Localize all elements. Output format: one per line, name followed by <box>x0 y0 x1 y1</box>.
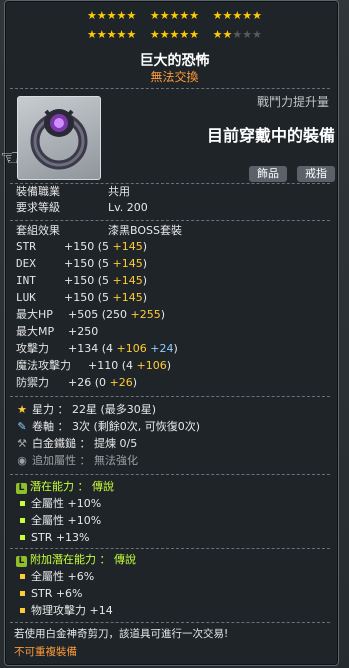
stat-row: LUK +150 (5 +145) <box>16 291 148 304</box>
job-row: 裝備職業 共用 <box>16 185 130 198</box>
flame-icon: ◉ <box>17 454 27 467</box>
divider <box>10 622 330 623</box>
bonus-potential-line: 全屬性 +6% <box>16 570 94 584</box>
extra-option-info: ◉ 追加屬性 ： 無法強化 <box>17 454 138 467</box>
subcategory-tag: 戒指 <box>297 166 335 182</box>
divider <box>10 396 330 397</box>
star-force-row-2: ★★★★★ ★★★★★ ★★★★★ <box>0 28 349 41</box>
star-group: ★★★★★ <box>87 9 137 22</box>
divider <box>10 183 330 184</box>
potential-line: STR +13% <box>16 531 90 545</box>
level-row: 要求等級 Lv. 200 <box>16 201 148 214</box>
divider <box>10 220 330 221</box>
potential-line: 全屬性 +10% <box>16 514 101 528</box>
hammer-icon: ⚒ <box>17 437 27 450</box>
divider <box>10 474 330 475</box>
equip-status-label: 目前穿戴中的裝備 <box>206 126 335 145</box>
star-group: ★★★★★ <box>149 9 200 22</box>
stat-row: STR +150 (5 +145) <box>16 240 148 253</box>
star-force-info: ★ 星力 ： 22星 (最多30星) <box>17 403 157 416</box>
divider <box>10 548 330 549</box>
stat-row: 魔法攻擊力 +110 (4 +106) <box>16 359 172 372</box>
star-group-mixed: ★★★★★ <box>212 28 262 41</box>
stat-row: INT +150 (5 +145) <box>16 274 148 287</box>
category-tag: 飾品 <box>249 166 287 182</box>
stat-row: 最大HP +505 (250 +255) <box>16 308 166 321</box>
footer-note: 若使用白金神奇剪刀，該道具可進行一次交易! <box>14 628 229 640</box>
scroll-info: ✎ 卷軸 ： 3次 (剩餘0次, 可恢復0次) <box>17 420 201 433</box>
potential-title: L 潛在能力 ： 傳說 <box>16 480 114 494</box>
hammer-info: ⚒ 白金鐵鎚 ： 提煉 0/5 <box>17 437 138 450</box>
ring-icon <box>30 109 88 170</box>
stat-row: DEX +150 (5 +145) <box>16 257 148 270</box>
scroll-icon: ✎ <box>17 420 27 433</box>
star-icon: ★ <box>17 403 27 416</box>
legendary-icon: L <box>16 556 27 567</box>
stat-row: 防禦力 +26 (0 +26) <box>16 376 138 389</box>
divider <box>10 88 330 89</box>
hand-cursor-icon: ☜ <box>0 146 20 171</box>
bonus-potential-line: STR +6% <box>16 587 83 601</box>
set-effect-row: 套組效果 漆黑BOSS套裝 <box>16 224 182 237</box>
item-name: 巨大的恐怖 <box>139 53 210 69</box>
star-group: ★★★★★ <box>87 28 137 41</box>
star-group-mixed: ★★★★★ <box>149 28 200 41</box>
stat-row: 最大MP +250 <box>16 325 99 338</box>
star-force-row-1: ★★★★★ ★★★★★ ★★★★★ <box>0 9 349 22</box>
bonus-potential-title: L 附加潛在能力 ： 傳說 <box>16 553 136 567</box>
item-icon-frame <box>17 96 101 180</box>
trade-status: 無法交換 <box>150 70 199 84</box>
legendary-icon: L <box>16 483 27 494</box>
star-group: ★★★★★ <box>212 9 262 22</box>
bonus-potential-line: 物理攻擊力 +14 <box>16 604 113 618</box>
stat-row: 攻擊力 +134 (4 +106 +24) <box>16 342 178 355</box>
combat-power-label: 戰鬥力提升量 <box>256 95 329 109</box>
footer-warning: 不可重複裝備 <box>14 646 77 658</box>
potential-line: 全屬性 +10% <box>16 497 101 511</box>
